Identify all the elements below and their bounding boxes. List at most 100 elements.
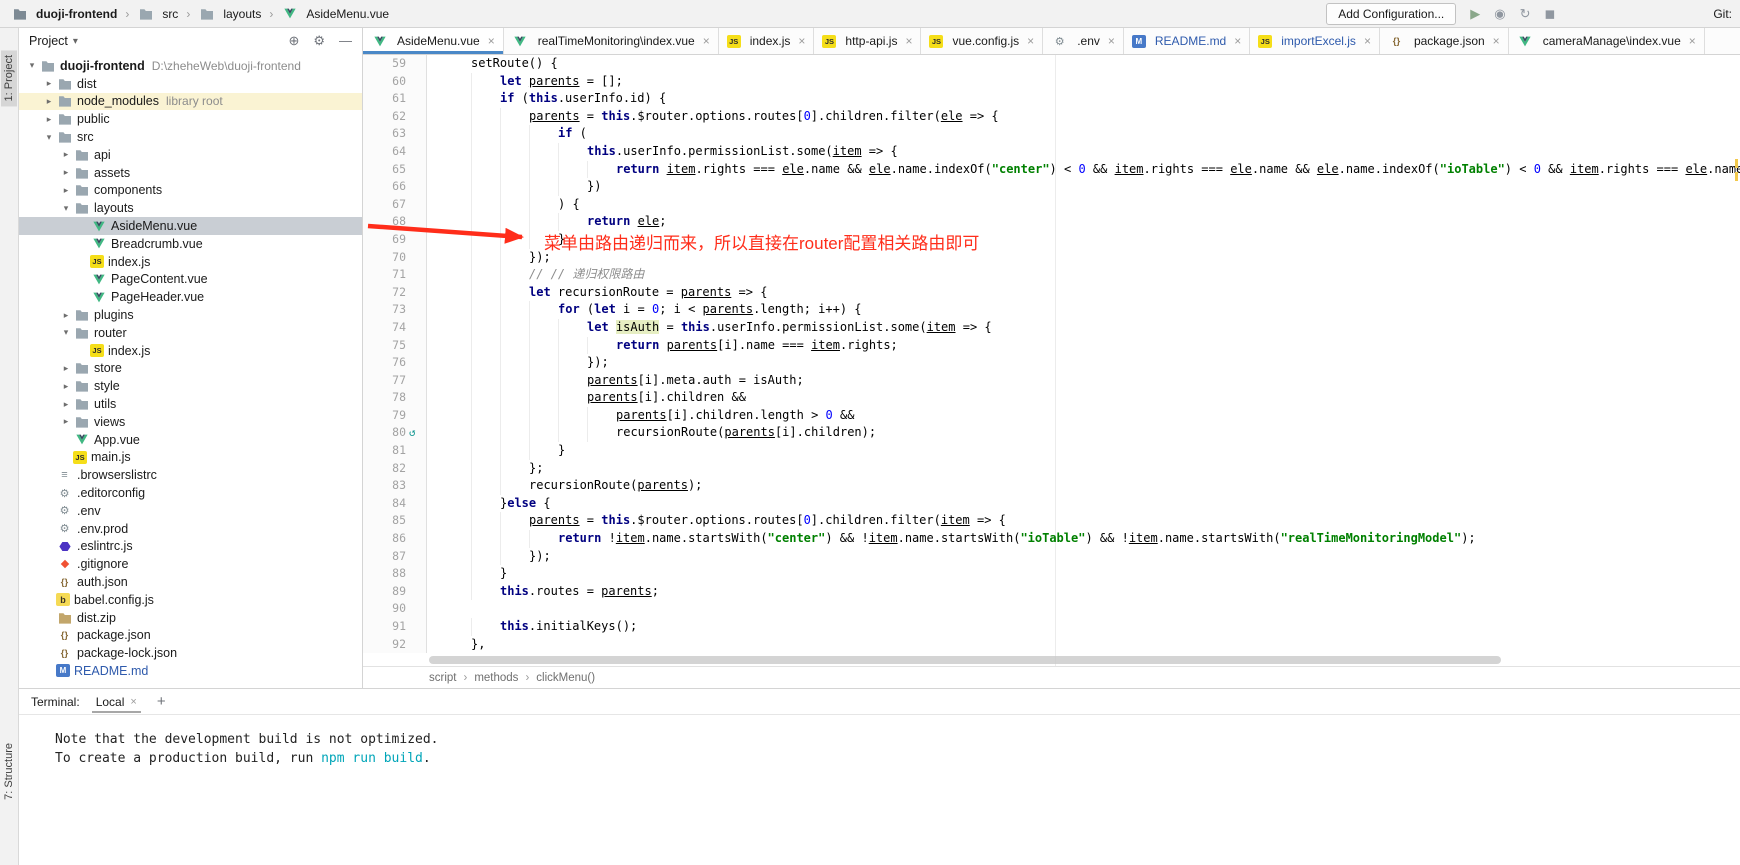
code-line[interactable]: 82}; bbox=[363, 460, 1740, 478]
breadcrumb-item[interactable]: duoji-frontend bbox=[8, 5, 120, 22]
tree-item[interactable]: bbabel.config.js bbox=[19, 591, 362, 609]
editor-tab[interactable]: JShttp-api.js× bbox=[814, 28, 921, 54]
code-line[interactable]: 64this.userInfo.permissionList.some(item… bbox=[363, 143, 1740, 161]
tool-stripe-project-button[interactable]: 1: Project bbox=[1, 50, 17, 106]
code-line[interactable]: 75return parents[i].name === item.rights… bbox=[363, 337, 1740, 355]
tree-item[interactable]: ⚙.env bbox=[19, 502, 362, 520]
editor-tab[interactable]: realTimeMonitoring\index.vue× bbox=[504, 28, 719, 54]
debug-icon[interactable]: ◉ bbox=[1494, 6, 1505, 22]
chevron-right-icon[interactable]: ▸ bbox=[59, 185, 73, 196]
code-line[interactable]: 88} bbox=[363, 565, 1740, 583]
tree-item[interactable]: {}package.json bbox=[19, 627, 362, 645]
tree-item[interactable]: App.vue bbox=[19, 431, 362, 449]
tree-item[interactable]: PageContent.vue bbox=[19, 271, 362, 289]
code-line[interactable]: 61if (this.userInfo.id) { bbox=[363, 90, 1740, 108]
tree-item[interactable]: {}auth.json bbox=[19, 573, 362, 591]
chevron-down-icon[interactable]: ▾ bbox=[59, 203, 73, 214]
breadcrumb-item[interactable]: src bbox=[134, 5, 181, 22]
tree-item[interactable]: MREADME.md bbox=[19, 662, 362, 680]
tree-item[interactable]: ▸style bbox=[19, 377, 362, 395]
code-line[interactable]: 71// // 递归权限路由 bbox=[363, 266, 1740, 284]
horizontal-scrollbar[interactable] bbox=[429, 656, 1501, 664]
code-line[interactable]: 73for (let i = 0; i < parents.length; i+… bbox=[363, 301, 1740, 319]
code-line[interactable]: 92}, bbox=[363, 636, 1740, 654]
tree-item[interactable]: ▸utils bbox=[19, 395, 362, 413]
editor-breadcrumb-item[interactable]: methods bbox=[474, 672, 518, 684]
tree-item[interactable]: ▾layouts bbox=[19, 199, 362, 217]
chevron-right-icon[interactable]: ▸ bbox=[42, 96, 56, 107]
code-line[interactable]: 70}); bbox=[363, 249, 1740, 267]
code-line[interactable]: 66}) bbox=[363, 178, 1740, 196]
code-line[interactable]: 74let isAuth = this.userInfo.permissionL… bbox=[363, 319, 1740, 337]
editor-tab[interactable]: JSimportExcel.js× bbox=[1250, 28, 1380, 54]
code-line[interactable]: 87}); bbox=[363, 548, 1740, 566]
tree-item[interactable]: ▸public bbox=[19, 110, 362, 128]
code-line[interactable]: 59setRoute() { bbox=[363, 55, 1740, 73]
code-line[interactable]: 91this.initialKeys(); bbox=[363, 618, 1740, 636]
tree-item[interactable]: ▸dist bbox=[19, 75, 362, 93]
close-icon[interactable]: × bbox=[130, 696, 136, 708]
tree-item[interactable]: JSindex.js bbox=[19, 342, 362, 360]
tree-item[interactable]: JSindex.js bbox=[19, 253, 362, 271]
close-icon[interactable]: × bbox=[1493, 34, 1500, 48]
editor-tab[interactable]: cameraManage\index.vue× bbox=[1509, 28, 1705, 54]
tree-item[interactable]: PageHeader.vue bbox=[19, 288, 362, 306]
chevron-right-icon[interactable]: ▸ bbox=[59, 167, 73, 178]
terminal-output[interactable]: Note that the development build is not o… bbox=[19, 715, 1740, 865]
editor-breadcrumb-item[interactable]: script bbox=[429, 672, 456, 684]
tree-item[interactable]: ▾src bbox=[19, 128, 362, 146]
tree-item[interactable]: ⚙.env.prod bbox=[19, 520, 362, 538]
editor-tab[interactable]: AsideMenu.vue× bbox=[363, 28, 504, 54]
code-editor[interactable]: 59setRoute() {60let parents = [];61if (t… bbox=[363, 55, 1740, 666]
editor-tab[interactable]: ⚙.env× bbox=[1043, 28, 1124, 54]
stop-icon[interactable]: ◼ bbox=[1545, 6, 1556, 22]
tree-item[interactable]: JSmain.js bbox=[19, 449, 362, 467]
close-icon[interactable]: × bbox=[1234, 34, 1241, 48]
close-icon[interactable]: × bbox=[798, 34, 805, 48]
code-line[interactable]: 84}else { bbox=[363, 495, 1740, 513]
breadcrumb-item[interactable]: AsideMenu.vue bbox=[278, 5, 392, 22]
close-icon[interactable]: × bbox=[1689, 34, 1696, 48]
tool-stripe-structure-button[interactable]: 7: Structure bbox=[1, 738, 17, 805]
code-line[interactable]: 67) { bbox=[363, 196, 1740, 214]
hide-panel-icon[interactable]: ― bbox=[339, 33, 352, 49]
tree-item[interactable]: ▸components bbox=[19, 182, 362, 200]
editor-breadcrumb-item[interactable]: clickMenu() bbox=[536, 672, 595, 684]
code-line[interactable]: 76}); bbox=[363, 354, 1740, 372]
close-icon[interactable]: × bbox=[703, 34, 710, 48]
code-line[interactable]: 69} bbox=[363, 231, 1740, 249]
editor-tab[interactable]: JSindex.js× bbox=[719, 28, 815, 54]
code-line[interactable]: 65return item.rights === ele.name && ele… bbox=[363, 161, 1740, 179]
chevron-down-icon[interactable]: ▾ bbox=[42, 132, 56, 143]
code-line[interactable]: 78parents[i].children && bbox=[363, 389, 1740, 407]
chevron-down-icon[interactable]: ▾ bbox=[25, 60, 39, 71]
tree-item[interactable]: Breadcrumb.vue bbox=[19, 235, 362, 253]
run-icon[interactable]: ▶ bbox=[1470, 6, 1480, 22]
add-configuration-button[interactable]: Add Configuration... bbox=[1326, 3, 1456, 25]
tree-item[interactable]: ▸api bbox=[19, 146, 362, 164]
code-line[interactable]: 72let recursionRoute = parents => { bbox=[363, 284, 1740, 302]
chevron-right-icon[interactable]: ▸ bbox=[59, 363, 73, 374]
code-line[interactable]: 89this.routes = parents; bbox=[363, 583, 1740, 601]
tree-item[interactable]: AsideMenu.vue bbox=[19, 217, 362, 235]
tree-item[interactable]: ▸assets bbox=[19, 164, 362, 182]
tree-item[interactable]: {}package-lock.json bbox=[19, 644, 362, 662]
code-line[interactable]: 79parents[i].children.length > 0 && bbox=[363, 407, 1740, 425]
tree-item[interactable]: ▾router bbox=[19, 324, 362, 342]
tree-item[interactable]: .gitignore bbox=[19, 555, 362, 573]
breadcrumb-item[interactable]: layouts bbox=[195, 5, 264, 22]
tree-item[interactable]: ▾duoji-frontendD:\zheheWeb\duoji-fronten… bbox=[19, 57, 362, 75]
close-icon[interactable]: × bbox=[1027, 34, 1034, 48]
tree-item[interactable]: ▸views bbox=[19, 413, 362, 431]
tree-item[interactable]: ▸plugins bbox=[19, 306, 362, 324]
tree-item[interactable]: ≡.browserslistrc bbox=[19, 466, 362, 484]
chevron-right-icon[interactable]: ▸ bbox=[59, 310, 73, 321]
editor-tab[interactable]: JSvue.config.js× bbox=[921, 28, 1043, 54]
warning-stripe-mark[interactable] bbox=[1735, 172, 1738, 181]
code-line[interactable]: 68return ele; bbox=[363, 213, 1740, 231]
close-icon[interactable]: × bbox=[905, 34, 912, 48]
code-line[interactable]: 77parents[i].meta.auth = isAuth; bbox=[363, 372, 1740, 390]
tree-item[interactable]: dist.zip bbox=[19, 609, 362, 627]
git-widget-label[interactable]: Git: bbox=[1713, 7, 1732, 21]
terminal-tab-local[interactable]: Local × bbox=[92, 691, 141, 713]
